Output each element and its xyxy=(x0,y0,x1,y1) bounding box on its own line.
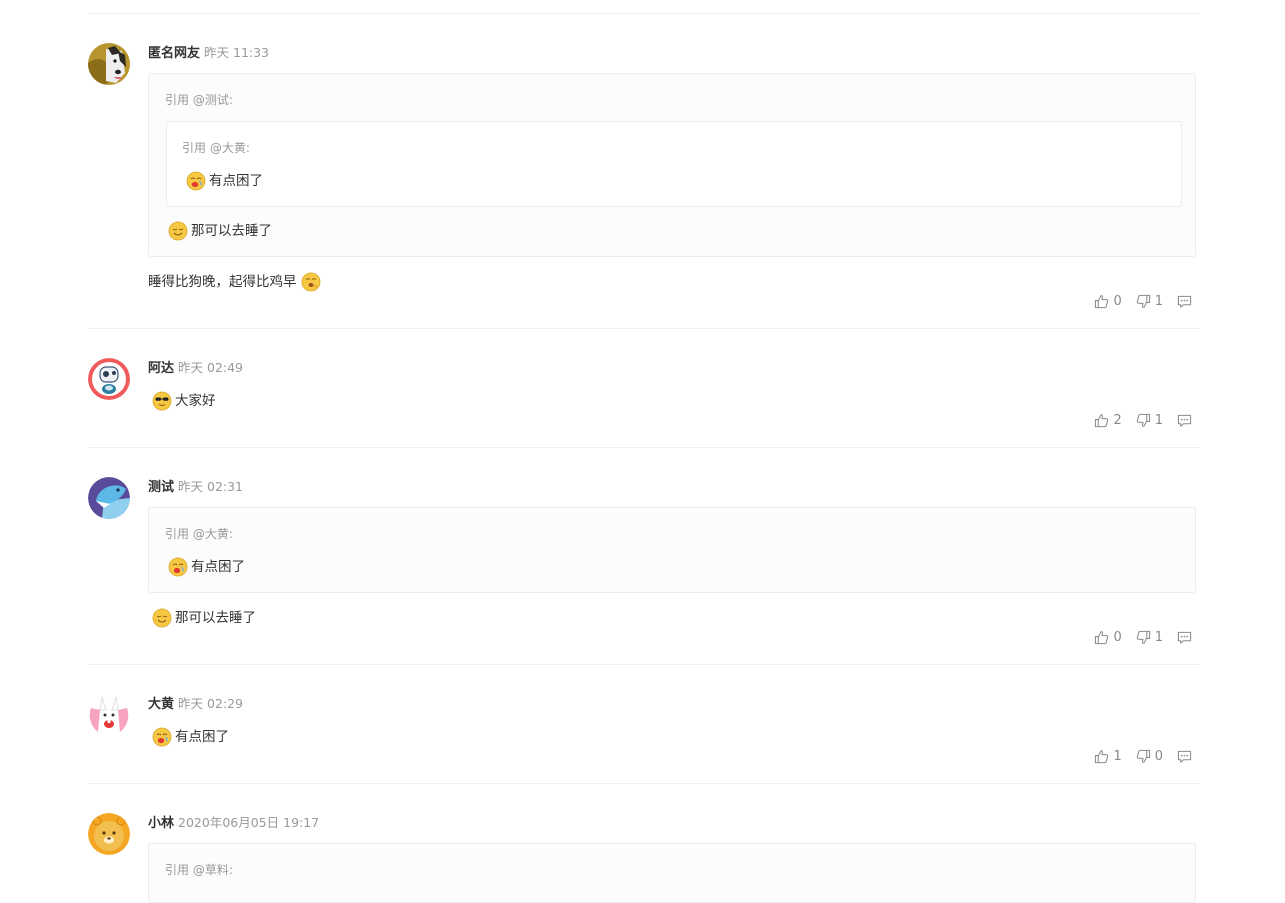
comment-time: 昨天 11:33 xyxy=(204,45,270,60)
dislike-button[interactable]: 1 xyxy=(1136,294,1163,309)
like-icon xyxy=(1094,749,1109,764)
author-name[interactable]: 阿达 xyxy=(148,361,174,376)
comment-divider xyxy=(88,664,1200,665)
dislike-button[interactable]: 0 xyxy=(1136,749,1163,764)
author-name[interactable]: 匿名网友 xyxy=(148,46,200,61)
quote-block: 引用 @大黄: 有点困了 xyxy=(148,507,1196,593)
comment-divider xyxy=(88,447,1200,448)
avatar-robot[interactable] xyxy=(88,358,130,400)
like-icon xyxy=(1094,294,1109,309)
like-button[interactable]: 0 xyxy=(1094,630,1122,645)
comment-time: 昨天 02:31 xyxy=(178,479,244,494)
comment-text: 睡得比狗晚，起得比鸡早 xyxy=(148,272,324,292)
author-name[interactable]: 测试 xyxy=(148,480,174,495)
sleepy-emoji-icon xyxy=(168,557,188,577)
reply-icon xyxy=(1177,413,1192,428)
comment-actions: 0 1 xyxy=(1080,630,1196,645)
comment-time: 昨天 02:29 xyxy=(178,696,244,711)
comment-divider xyxy=(88,328,1200,329)
comment-text: 大家好 xyxy=(152,391,216,411)
reply-button[interactable] xyxy=(1177,413,1196,428)
quote-label: 引用 @草料: xyxy=(165,863,233,877)
cool-emoji-icon xyxy=(152,391,172,411)
author-name[interactable]: 大黄 xyxy=(148,697,174,712)
smile-emoji-icon xyxy=(168,221,188,241)
quote-label: 引用 @测试: xyxy=(165,93,233,107)
dislike-icon xyxy=(1136,749,1151,764)
yawn-emoji-icon xyxy=(301,272,321,292)
top-divider xyxy=(88,13,1200,14)
like-icon xyxy=(1094,630,1109,645)
dislike-icon xyxy=(1136,294,1151,309)
dislike-button[interactable]: 1 xyxy=(1136,413,1163,428)
reply-button[interactable] xyxy=(1177,294,1196,309)
avatar-dog[interactable] xyxy=(88,43,130,85)
comment-actions: 1 0 xyxy=(1080,749,1196,764)
dislike-icon xyxy=(1136,413,1151,428)
reply-icon xyxy=(1177,749,1192,764)
quote-block: 引用 @草料: xyxy=(148,843,1196,903)
like-button[interactable]: 0 xyxy=(1094,294,1122,309)
dislike-button[interactable]: 1 xyxy=(1136,630,1163,645)
sleepy-emoji-icon xyxy=(186,171,206,191)
quote-text: 有点困了 xyxy=(186,171,263,191)
comment-meta: 匿名网友 昨天 11:33 xyxy=(148,45,269,62)
quote-label: 引用 @大黄: xyxy=(182,141,250,155)
comment-meta: 阿达 昨天 02:49 xyxy=(148,360,243,377)
comment-meta: 大黄 昨天 02:29 xyxy=(148,696,243,713)
reply-button[interactable] xyxy=(1177,630,1196,645)
nested-quote-block: 引用 @大黄: 有点困了 xyxy=(166,121,1182,207)
author-name[interactable]: 小林 xyxy=(148,816,174,831)
like-button[interactable]: 2 xyxy=(1094,413,1122,428)
like-button[interactable]: 1 xyxy=(1094,749,1122,764)
reply-icon xyxy=(1177,630,1192,645)
comment-text: 那可以去睡了 xyxy=(152,608,256,628)
reply-icon xyxy=(1177,294,1192,309)
reply-button[interactable] xyxy=(1177,749,1196,764)
quote-text: 有点困了 xyxy=(168,557,245,577)
comment-divider xyxy=(88,783,1200,784)
smile-emoji-icon xyxy=(152,608,172,628)
comment-actions: 0 1 xyxy=(1080,294,1196,309)
comment-actions: 2 1 xyxy=(1080,413,1196,428)
quote-block: 引用 @测试: 引用 @大黄: 有点困了 那可以去睡了 xyxy=(148,73,1196,257)
avatar-rabbit[interactable] xyxy=(88,694,130,736)
like-icon xyxy=(1094,413,1109,428)
avatar-bear[interactable] xyxy=(88,813,130,855)
quote-text: 那可以去睡了 xyxy=(168,221,272,241)
quote-label: 引用 @大黄: xyxy=(165,527,233,541)
avatar-dolphin[interactable] xyxy=(88,477,130,519)
comment-text: 有点困了 xyxy=(152,727,229,747)
comment-meta: 测试 昨天 02:31 xyxy=(148,479,243,496)
sleepy-emoji-icon xyxy=(152,727,172,747)
dislike-icon xyxy=(1136,630,1151,645)
comment-time: 昨天 02:49 xyxy=(178,360,244,375)
comment-time: 2020年06月05日 19:17 xyxy=(178,815,320,830)
comment-meta: 小林 2020年06月05日 19:17 xyxy=(148,815,319,832)
